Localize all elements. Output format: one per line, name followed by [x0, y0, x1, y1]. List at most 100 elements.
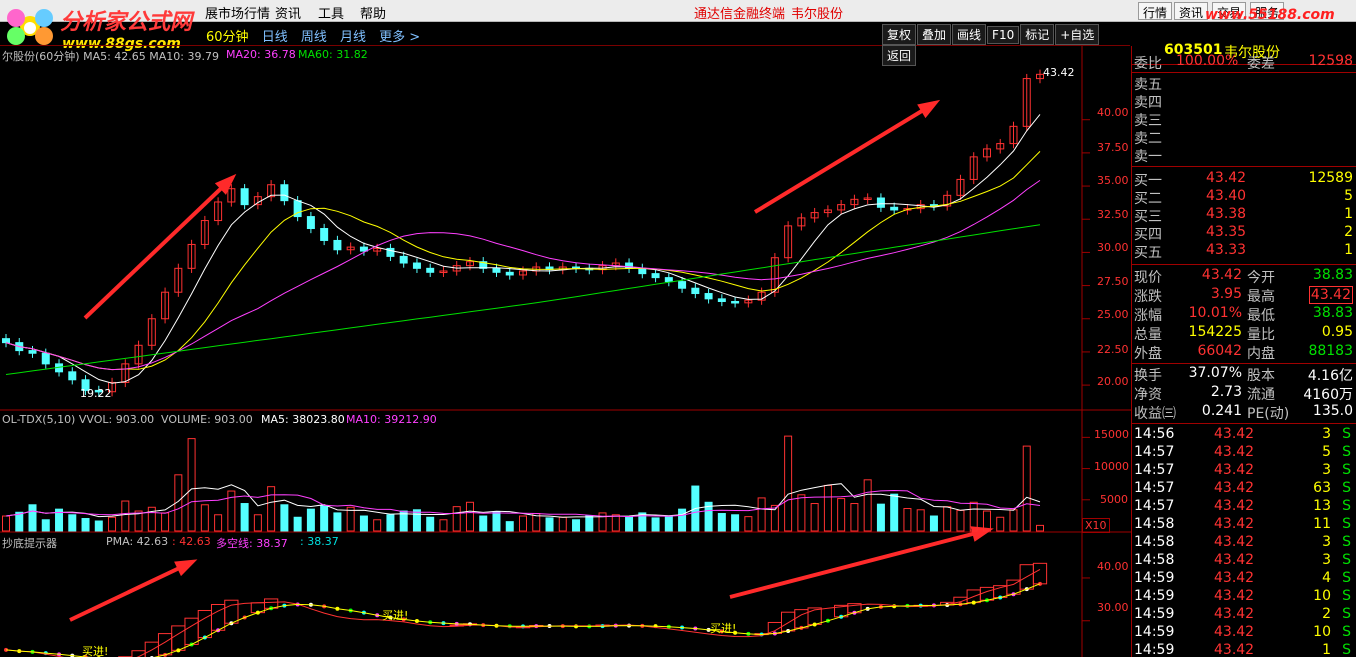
- period-selector: 60分钟 日线 周线 月线 更多 >: [206, 26, 429, 45]
- volume-label: VOLUME: 903.00: [161, 413, 253, 426]
- trend-arrow: [753, 101, 937, 214]
- draw-button[interactable]: 画线: [952, 24, 987, 45]
- tick-time: 14:59: [1134, 570, 1175, 586]
- pma-label: PMA: 42.63: [106, 535, 169, 548]
- tick-side: S: [1342, 552, 1351, 568]
- high-value: 43.42: [1308, 286, 1353, 304]
- news-button[interactable]: 资讯: [1174, 2, 1209, 20]
- menu-market[interactable]: 展市场行情: [205, 3, 270, 22]
- tick-side: S: [1342, 480, 1351, 496]
- tick-time: 14:56: [1134, 426, 1175, 442]
- tick-volume: 10: [1313, 588, 1331, 604]
- quote-panel: 603501 韦尔股份 委比 100.00% 委差 12598 卖五 卖四 卖三…: [1131, 42, 1356, 657]
- ma10-line: [5, 151, 1041, 371]
- period-week[interactable]: 周线: [301, 30, 327, 45]
- buy3-label: 买三: [1134, 209, 1162, 225]
- period-month[interactable]: 月线: [340, 30, 366, 45]
- y-tick: 32.50: [1097, 208, 1129, 221]
- tick-side: S: [1342, 498, 1351, 514]
- dk-line-label: 多空线: 38.37: [216, 537, 288, 550]
- volume-bar: [890, 493, 899, 532]
- tick-side: S: [1342, 444, 1351, 460]
- candlestick: [240, 188, 249, 206]
- volume-bar: [359, 515, 368, 532]
- period-more[interactable]: 更多 >: [379, 30, 420, 45]
- tick-row: 14:58 43.42 11 S: [1134, 516, 1355, 534]
- tick-row: 14:57 43.42 63 S: [1134, 480, 1355, 498]
- period-day[interactable]: 日线: [262, 30, 288, 45]
- open-value: 38.83: [1312, 267, 1353, 283]
- promo-terminal[interactable]: 通达信金融终端: [694, 3, 785, 22]
- mark-button[interactable]: 标记: [1020, 24, 1055, 45]
- overlay-button[interactable]: 叠加: [917, 24, 952, 45]
- inner-volume-value: 88183: [1308, 343, 1353, 359]
- tick-volume: 11: [1313, 516, 1331, 532]
- volume-bar: [121, 500, 130, 532]
- candlestick: [68, 371, 77, 381]
- promo-stock[interactable]: 韦尔股份: [791, 3, 843, 22]
- tick-row: 14:59 43.42 2 S: [1134, 606, 1355, 624]
- volume-bar: [267, 486, 276, 532]
- buy4-label: 买四: [1134, 227, 1162, 243]
- trend-arrow-head: [917, 99, 941, 119]
- buy5-label: 买五: [1134, 245, 1162, 261]
- tick-row: 14:58 43.42 3 S: [1134, 552, 1355, 570]
- menu-tools[interactable]: 工具: [318, 3, 344, 22]
- volume-bar: [41, 519, 50, 532]
- tick-volume: 3: [1322, 534, 1331, 550]
- tick-time: 14:59: [1134, 588, 1175, 604]
- sell5-label: 卖五: [1134, 77, 1162, 93]
- share-capital-value: 4.16亿: [1307, 368, 1353, 384]
- change-pct-label: 涨幅: [1134, 308, 1162, 324]
- volume-bar: [744, 516, 753, 532]
- volume-bar: [585, 515, 594, 532]
- pe-label: PE(动): [1247, 406, 1290, 422]
- period-60min[interactable]: 60分钟: [206, 30, 249, 45]
- restore-rights-button[interactable]: 复权: [882, 24, 917, 45]
- sell2-label: 卖二: [1134, 131, 1162, 147]
- volume-bar: [572, 519, 581, 532]
- pe-value: 135.0: [1312, 403, 1353, 419]
- volume-bar: [863, 479, 872, 532]
- buy4-price: 43.35: [1206, 224, 1247, 240]
- volume-bar: [519, 515, 527, 532]
- volume-bar: [306, 508, 315, 532]
- indicator-box: [197, 609, 212, 639]
- change-label: 涨跌: [1134, 289, 1162, 305]
- buy-signal-label: 买进!: [82, 645, 109, 657]
- eps-value: 0.241: [1201, 403, 1242, 419]
- y-tick: 25.00: [1097, 308, 1129, 321]
- candlestick: [399, 255, 408, 264]
- candlestick: [412, 262, 421, 269]
- vol-ma10-label: MA10: 39212.90: [346, 413, 437, 426]
- buy3-price: 43.38: [1206, 206, 1247, 222]
- low-price-label: 19.22: [80, 387, 112, 400]
- menu-help[interactable]: 帮助: [360, 3, 386, 22]
- tick-side: S: [1342, 624, 1351, 640]
- tick-side: S: [1342, 462, 1351, 478]
- tick-row: 14:56 43.42 3 S: [1134, 426, 1355, 444]
- tick-time: 14:58: [1134, 552, 1175, 568]
- quote-button[interactable]: 行情: [1138, 2, 1173, 20]
- tick-price: 43.42: [1214, 570, 1255, 586]
- weibi-value: 100.00%: [1176, 53, 1239, 69]
- net-assets-value: 2.73: [1210, 384, 1242, 400]
- menu-news[interactable]: 资讯: [275, 3, 301, 22]
- volume-bar: [333, 512, 342, 532]
- volume-bar: [492, 511, 501, 532]
- volume-bar: [717, 513, 726, 532]
- outer-volume-label: 外盘: [1134, 346, 1162, 362]
- add-watchlist-button[interactable]: +自选: [1055, 24, 1100, 45]
- tick-time: 14:59: [1134, 606, 1175, 622]
- tick-row: 14:59 43.42 10 S: [1134, 624, 1355, 642]
- back-button[interactable]: 返回: [882, 45, 917, 66]
- candlestick: [691, 287, 700, 295]
- candlestick: [492, 267, 501, 273]
- indicator-box: [781, 611, 796, 632]
- volume-bar: [386, 514, 395, 532]
- tick-price: 43.42: [1214, 534, 1255, 550]
- volume-bar: [240, 503, 249, 532]
- chart-toolbar: 60分钟 日线 周线 月线 更多 > 复权 叠加 画线 F10 标记 +自选返回: [0, 22, 1130, 66]
- volume-bar: [479, 515, 488, 532]
- f10-button[interactable]: F10: [987, 26, 1020, 44]
